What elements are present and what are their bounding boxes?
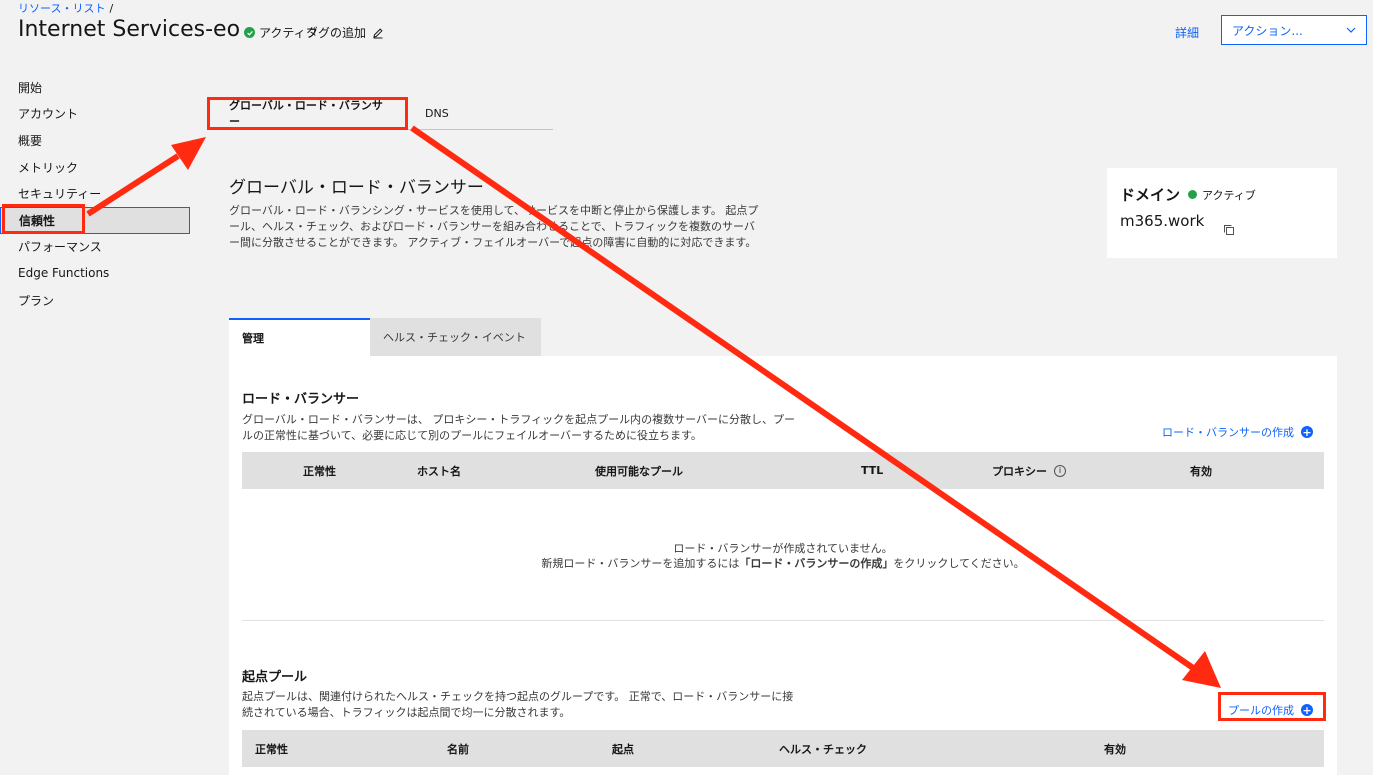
create-pool-label: プールの作成	[1228, 704, 1294, 717]
empty-state-line1: ロード・バランサーが作成されていません。	[673, 542, 893, 555]
sidebar-item-reliability[interactable]: 信頼性	[0, 206, 190, 234]
column-header-pool-name[interactable]: 名前	[447, 730, 469, 767]
domain-status-badge: アクティブ	[1188, 187, 1256, 203]
sidebar-item-edge-functions[interactable]: Edge Functions	[0, 260, 192, 287]
sidebar-nav: 開始 アカウント 概要 メトリック セキュリティー 信頼性 パフォーマンス Ed…	[0, 74, 192, 313]
pencil-icon	[373, 27, 383, 38]
add-tag-button[interactable]: タグの追加	[306, 24, 384, 41]
manage-panel: ロード・バランサー グローバル・ロード・バランサーは、 プロキシー・トラフィック…	[229, 356, 1337, 775]
section-divider	[242, 620, 1324, 621]
create-pool-button[interactable]: プールの作成 +	[1228, 702, 1313, 718]
empty-state-line2: 新規ロード・バランサーを追加するには「ロード・バランサーの作成」をクリックしてく…	[229, 556, 1337, 571]
domain-card-header: ドメイン アクティブ	[1120, 184, 1256, 205]
status-dot-icon	[1188, 190, 1198, 199]
actions-dropdown[interactable]: アクション...	[1221, 15, 1367, 45]
column-header-ttl[interactable]: TTL	[861, 452, 883, 489]
load-balancers-title: ロード・バランサー	[242, 392, 360, 407]
empty-state-emphasis: 「ロード・バランサーの作成」	[739, 557, 894, 570]
breadcrumb: リソース・リスト /	[18, 0, 113, 16]
details-link[interactable]: 詳細	[1175, 24, 1199, 41]
chevron-down-icon	[1346, 27, 1356, 33]
domain-name: m365.work	[1120, 212, 1205, 230]
info-icon[interactable]: i	[1054, 464, 1066, 477]
domain-status-label: アクティブ	[1202, 188, 1256, 202]
add-circle-icon: +	[1301, 425, 1313, 439]
column-header-pools[interactable]: 使用可能なプール	[595, 452, 683, 489]
tab-manage[interactable]: 管理	[229, 318, 370, 356]
empty-state-post: をクリックしてください。	[893, 557, 1025, 570]
sidebar-item-overview[interactable]: 概要	[0, 127, 192, 154]
tab-health-check-events[interactable]: ヘルス・チェック・イベント	[370, 318, 541, 356]
load-balancers-table-header: 正常性 ホスト名 使用可能なプール TTL プロキシー i 有効	[242, 452, 1324, 489]
create-load-balancer-button[interactable]: ロード・バランサーの作成 +	[1162, 424, 1313, 440]
actions-label: アクション...	[1232, 23, 1303, 38]
load-balancers-description: グローバル・ロード・バランサーは、 プロキシー・トラフィックを起点プール内の複数…	[242, 413, 796, 442]
add-circle-icon: +	[1301, 703, 1313, 717]
domain-card: ドメイン アクティブ m365.work	[1107, 168, 1337, 258]
breadcrumb-separator: /	[109, 2, 114, 15]
sidebar-item-security[interactable]: セキュリティー	[0, 180, 192, 207]
sidebar-item-performance[interactable]: パフォーマンス	[0, 234, 192, 261]
column-header-origins[interactable]: 起点	[612, 730, 634, 767]
empty-state-pre: 新規ロード・バランサーを追加するには	[541, 557, 740, 570]
sidebar-item-account[interactable]: アカウント	[0, 101, 192, 128]
copy-icon[interactable]	[1223, 224, 1235, 236]
add-tag-label: タグの追加	[306, 26, 367, 40]
page-title: Internet Services-eo	[18, 17, 241, 42]
domain-label: ドメイン	[1120, 186, 1181, 204]
column-header-pool-enabled[interactable]: 有効	[1104, 730, 1126, 767]
column-header-enabled[interactable]: 有効	[1190, 452, 1212, 489]
create-load-balancer-label: ロード・バランサーの作成	[1162, 426, 1294, 439]
section-description: グローバル・ロード・バランシング・サービスを使用して、サービスを中断と停止から保…	[229, 204, 759, 249]
column-header-hostname[interactable]: ホスト名	[417, 452, 461, 489]
load-balancers-empty-state: ロード・バランサーが作成されていません。 新規ロード・バランサーを追加するには「…	[229, 541, 1337, 571]
tab-global-load-balancer[interactable]: グローバル・ロード・バランサー	[207, 97, 409, 129]
tab-dns[interactable]: DNS	[409, 97, 465, 129]
sidebar-item-plan[interactable]: プラン	[0, 287, 192, 314]
column-header-proxy-label: プロキシー	[992, 464, 1047, 478]
reliability-tabs: グローバル・ロード・バランサー DNS	[207, 97, 553, 130]
sidebar-item-metrics[interactable]: メトリック	[0, 154, 192, 181]
column-header-pool-health[interactable]: 正常性	[255, 730, 288, 767]
glb-subtabs: 管理 ヘルス・チェック・イベント	[229, 318, 541, 356]
column-header-health[interactable]: 正常性	[303, 452, 336, 489]
sidebar-item-getting-started[interactable]: 開始	[0, 74, 192, 101]
column-header-health-check[interactable]: ヘルス・チェック	[779, 730, 867, 767]
origin-pools-table-header: 正常性 名前 起点 ヘルス・チェック 有効	[242, 730, 1324, 767]
section-heading: グローバル・ロード・バランサー	[229, 178, 484, 198]
origin-pools-description: 起点プールは、関連付けられたヘルス・チェックを持つ起点のグループです。 正常で、…	[242, 690, 794, 719]
origin-pools-title: 起点プール	[242, 670, 308, 685]
breadcrumb-resource-list-link[interactable]: リソース・リスト	[18, 2, 105, 15]
column-header-proxy[interactable]: プロキシー i	[992, 452, 1066, 489]
checkmark-icon	[244, 27, 255, 38]
